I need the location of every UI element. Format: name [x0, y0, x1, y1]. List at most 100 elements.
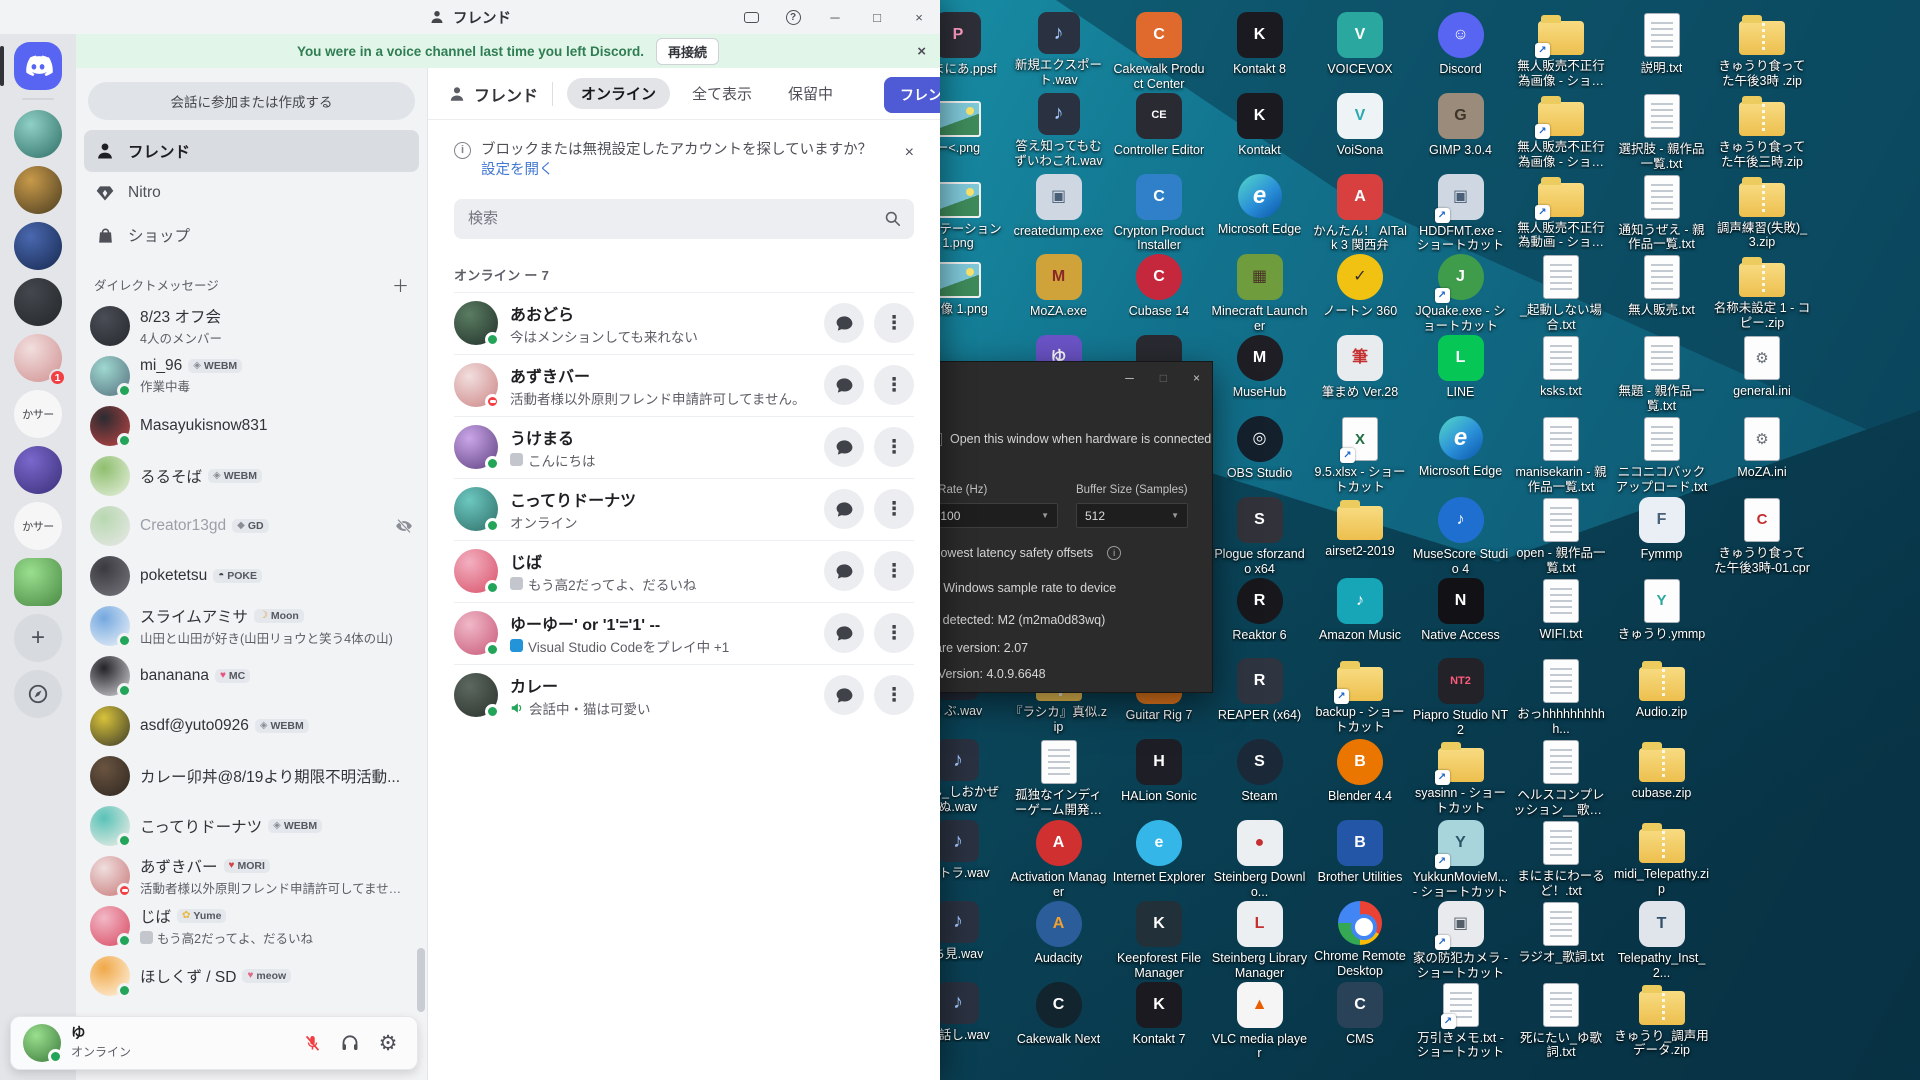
desktop-icon[interactable]: M MuseHub	[1210, 335, 1310, 400]
dm-item[interactable]: あずきバー ♥ MORI 活動者様以外原則フレンド申請許可してません。	[84, 851, 419, 901]
desktop-icon[interactable]: N Native Access	[1411, 577, 1511, 643]
message-button[interactable]	[824, 365, 864, 406]
desktop-icon[interactable]: ⚙ MoZA.ini	[1712, 416, 1812, 480]
create-join-button[interactable]: 会話に参加または作成する	[88, 82, 415, 120]
desktop-icon[interactable]: open - 親作品一覧.txt	[1511, 497, 1611, 576]
desktop-icon[interactable]: Y ↗ YukkunMovieM... - ショートカット	[1411, 820, 1511, 900]
desktop-icon[interactable]: きゅうり_調声用データ.zip	[1612, 982, 1712, 1059]
server-icon[interactable]: かサー	[14, 390, 62, 438]
desktop-icon[interactable]: ↗無人販売不正行為画像 - ショートカット	[1511, 93, 1611, 170]
desktop-icon[interactable]: ✓ ノートン 360	[1310, 254, 1410, 319]
desktop-icon[interactable]: C きゅうり食ってた午後3時-01.cpr	[1712, 497, 1812, 576]
message-button[interactable]	[824, 303, 864, 344]
dm-item[interactable]: るるそば ◈ WEBM	[84, 451, 419, 501]
desktop-icon[interactable]: cubase.zip	[1612, 739, 1712, 801]
buffer-size-select[interactable]: 512 ▼	[1076, 503, 1188, 528]
desktop-icon[interactable]: C Crypton Product Installer	[1109, 173, 1209, 254]
desktop-icon[interactable]: まにまにわーるど！.txt	[1511, 820, 1611, 899]
server-icon[interactable]	[14, 110, 62, 158]
desktop-icon[interactable]: V VoiSona	[1310, 92, 1410, 158]
dm-item[interactable]: bananana ♥ MC	[84, 651, 419, 701]
add-server-button[interactable]: +	[14, 614, 62, 662]
desktop-icon[interactable]: F Fymmp	[1612, 496, 1712, 562]
desktop-icon[interactable]: 通知うぜえ - 親作品一覧.txt	[1612, 174, 1712, 253]
desktop-icon[interactable]: C CMS	[1310, 981, 1410, 1047]
desktop-icon[interactable]: きゅうり食ってた午後三時.zip	[1712, 93, 1812, 170]
desktop-icon[interactable]: 説明.txt	[1612, 12, 1712, 76]
desktop-icon[interactable]: K Kontakt 7	[1109, 981, 1209, 1047]
server-icon[interactable]	[14, 558, 62, 606]
message-button[interactable]	[824, 427, 864, 468]
desktop-icon[interactable]: ↗無人販売不正行為動画 - ショートカット	[1511, 174, 1611, 251]
desktop-icon[interactable]: G GIMP 3.0.4	[1411, 92, 1511, 158]
desktop-icon[interactable]: 無人販売.txt	[1612, 254, 1712, 318]
desktop-icon[interactable]: ◎ OBS Studio	[1210, 416, 1310, 481]
desktop-icon[interactable]: ヘルスコンプレッション__歌詞.txt	[1511, 739, 1611, 818]
desktop-icon[interactable]: V VOICEVOX	[1310, 12, 1410, 77]
create-dm-icon[interactable]: ＋	[392, 272, 409, 297]
desktop-icon[interactable]: Audio.zip	[1612, 658, 1712, 720]
desktop-icon[interactable]: ▦ Minecraft Launcher	[1210, 254, 1310, 334]
desktop-icon[interactable]: ↗ backup - ショートカット	[1310, 658, 1410, 735]
desktop-icon[interactable]: C Cakewalk Next	[1009, 981, 1109, 1047]
desktop-icon[interactable]: Y きゅうり.ymmp	[1612, 578, 1712, 642]
desktop-icon[interactable]: NT2 Piapro Studio NT2	[1411, 658, 1511, 738]
dm-item[interactable]: スライムアミサ ☽ Moon 山田と山田が好き(山田リョウと笑う4体の山)	[84, 601, 419, 651]
tab-pending[interactable]: 保留中	[774, 78, 847, 109]
desktop-icon[interactable]: 孤独なインディーゲーム開発者の一生.txt	[1009, 739, 1109, 818]
friend-row[interactable]: うけまる こんにちは ⋮	[454, 415, 914, 478]
desktop-icon[interactable]: ニコニコバックアップロード.txt	[1612, 416, 1712, 495]
desktop-icon[interactable]: S Plogue sforzando x64	[1210, 496, 1310, 577]
notice-close-icon[interactable]: ×	[905, 142, 914, 164]
avatar[interactable]	[23, 1024, 63, 1064]
desktop-icon[interactable]: Chrome Remote Desktop	[1310, 900, 1410, 979]
desktop-icon[interactable]: K Kontakt 8	[1210, 12, 1310, 77]
desktop-icon[interactable]: Microsoft Edge	[1210, 173, 1310, 237]
desktop-icon[interactable]: 無題 - 親作品一覧.txt	[1612, 335, 1712, 414]
message-button[interactable]	[824, 613, 864, 654]
sidebar-item-shop[interactable]: ショップ	[84, 214, 419, 256]
discord-home-button[interactable]	[0, 42, 62, 90]
banner-close-icon[interactable]: ×	[917, 43, 926, 60]
settings-gear-icon[interactable]: ⚙	[371, 1026, 405, 1060]
desktop-icon[interactable]: ↗ 万引きメモ.txt - ショートカット	[1411, 982, 1511, 1061]
more-options-button[interactable]: ⋮	[874, 613, 914, 654]
desktop-icon[interactable]: K Kontakt	[1210, 92, 1310, 158]
desktop-icon[interactable]: R Reaktor 6	[1210, 577, 1310, 643]
desktop-icon[interactable]: きゅうり食ってた午後3時 .zip	[1712, 12, 1812, 89]
dm-item[interactable]: カレー卯丼@8/19より期限不明活動...	[84, 751, 419, 801]
desktop-icon[interactable]: R REAPER (x64)	[1210, 658, 1310, 723]
friend-row[interactable]: じば もう高2だってよ、だるいね ⋮	[454, 539, 914, 602]
friend-row[interactable]: カレー 会話中・猫は可愛い ⋮	[454, 663, 914, 726]
desktop-icon[interactable]: L LINE	[1411, 335, 1511, 400]
desktop-icon[interactable]: 選択肢 - 親作品一覧.txt	[1612, 93, 1712, 172]
desktop-icon[interactable]: M MoZA.exe	[1009, 254, 1109, 319]
sidebar-item-nitro[interactable]: Nitro	[84, 172, 419, 214]
desktop-icon[interactable]: K Keepforest File Manager	[1109, 900, 1209, 981]
desktop-icon[interactable]: Microsoft Edge	[1411, 416, 1511, 479]
server-icon[interactable]	[14, 222, 62, 270]
server-icon[interactable]	[14, 446, 62, 494]
dialog-close-button[interactable]: ×	[1193, 371, 1200, 385]
desktop-icon[interactable]: manisekarin - 親作品一覧.txt	[1511, 416, 1611, 495]
desktop-icon[interactable]: e Internet Explorer	[1109, 820, 1209, 885]
desktop-icon[interactable]: 答え知ってもむずいわこれ.wav	[1009, 92, 1109, 169]
friend-row[interactable]: ゆーゆー' or '1'='1' -- Visual Studio Codeをプレ…	[454, 601, 914, 664]
desktop-icon[interactable]: L Steinberg Library Manager	[1210, 900, 1310, 981]
explore-servers-button[interactable]	[14, 670, 62, 718]
dialog-minimize-button[interactable]: ─	[1125, 371, 1134, 385]
dialog-maximize-button[interactable]: □	[1160, 371, 1167, 385]
desktop-icon[interactable]: C Cubase 14	[1109, 254, 1209, 319]
dm-item[interactable]: mi_96 ◈ WEBM 作業中毒	[84, 351, 419, 401]
dm-item[interactable]: こってりドーナツ ◈ WEBM	[84, 801, 419, 851]
friend-row[interactable]: あずきバー 活動者様以外原則フレンド申請許可してません。 ⋮	[454, 353, 914, 416]
desktop-icon[interactable]: ▣ ↗ 家の防犯カメラ - ショートカット	[1411, 900, 1511, 981]
desktop-icon[interactable]: 死にたい_ゆ歌詞.txt	[1511, 982, 1611, 1061]
more-options-button[interactable]: ⋮	[874, 365, 914, 406]
message-button[interactable]	[824, 551, 864, 592]
minimize-button[interactable]: ─	[814, 0, 856, 34]
desktop-icon[interactable]: ↗ syasinn - ショートカット	[1411, 739, 1511, 816]
message-button[interactable]	[824, 675, 864, 716]
desktop-icon[interactable]: T Telepathy_Inst_2...	[1612, 900, 1712, 981]
dm-item[interactable]: じば ✿ Yume もう高2だってよ、だるいね	[84, 901, 419, 951]
